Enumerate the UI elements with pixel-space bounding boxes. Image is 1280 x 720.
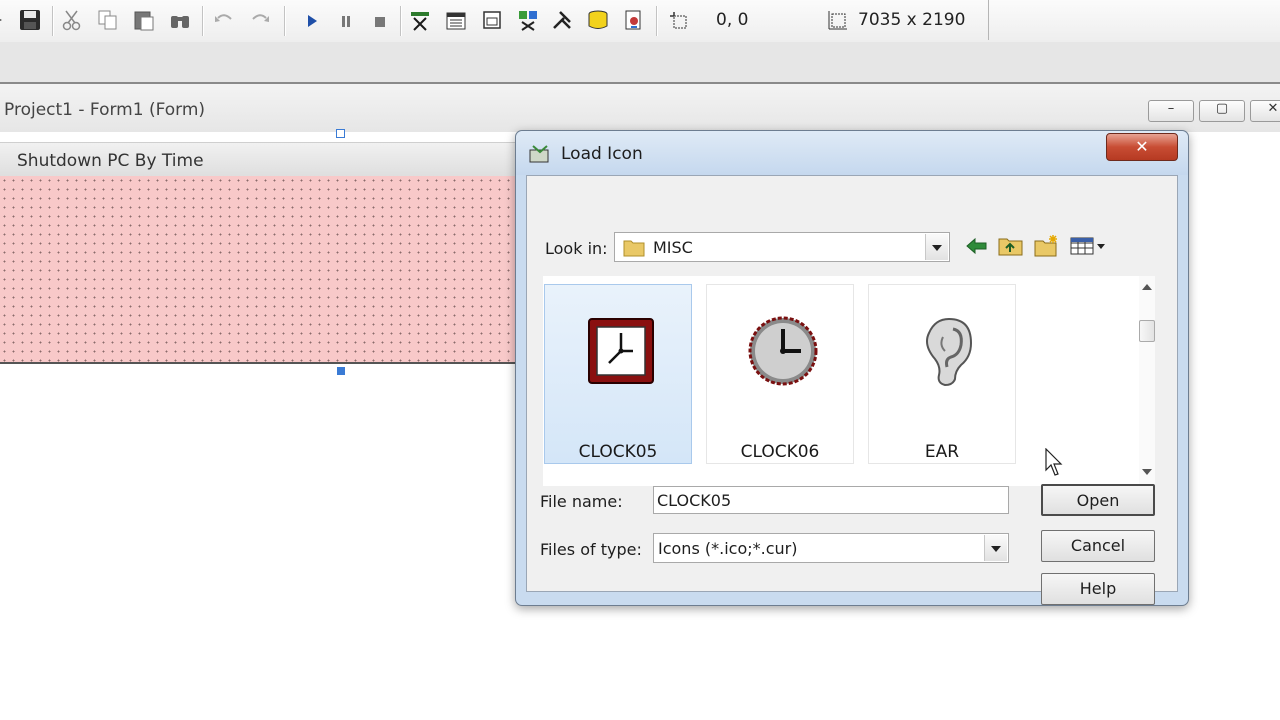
run-icon[interactable] [300,8,324,32]
folder-icon [623,240,645,257]
file-name-label: File name: [540,492,623,511]
list-item-clock05[interactable]: CLOCK05 [544,284,692,464]
dialog-titlebar[interactable]: Load Icon ✕ [516,131,1188,175]
load-icon-dialog: Load Icon ✕ Look in: MISC CLOCK05 CLOCK0… [515,130,1189,606]
size-icon [828,11,847,30]
resize-handle-top[interactable] [336,129,345,138]
toolbar-separator [202,6,204,36]
toolbox-icon[interactable] [550,8,574,32]
position-icon [670,12,687,29]
cursor-position: 0, 0 [716,10,749,30]
project-window-titlebar: Project1 - Form1 (Form) [0,84,1280,136]
list-item-label: CLOCK06 [740,442,820,462]
dialog-close-button[interactable]: ✕ [1106,133,1178,161]
save-icon[interactable] [18,8,42,32]
pause-icon[interactable] [334,8,358,32]
clock-round-icon [748,316,818,386]
look-in-label: Look in: [545,239,608,258]
files-of-type-value: Icons (*.ico;*.cur) [658,539,798,558]
form-body[interactable] [0,176,520,364]
paste-icon[interactable] [132,8,156,32]
resize-handle-bottom[interactable] [337,367,345,375]
find-icon[interactable] [168,8,192,32]
toolbar-separator [52,6,54,36]
files-of-type-label: Files of type: [540,540,642,559]
project-window-title: Project1 - Form1 (Form) [4,100,206,120]
minimize-icon: – [1167,101,1175,116]
chevron-down-icon[interactable] [984,535,1007,561]
stop-icon[interactable] [368,8,392,32]
form-layout-icon[interactable] [480,8,504,32]
properties-icon[interactable] [444,8,468,32]
scroll-up-arrow-icon[interactable] [1142,284,1152,290]
ear-icon [926,317,973,387]
mdi-background [0,42,1280,84]
toolbar-separator [284,6,286,36]
close-icon: ✕ [1267,101,1279,116]
toolbar-end [988,0,989,40]
list-scrollbar[interactable] [1139,276,1155,486]
scroll-down-arrow-icon[interactable] [1142,469,1152,475]
restore-icon: ▢ [1215,101,1229,116]
redo-icon[interactable] [248,8,272,32]
toolbar-separator [656,6,658,36]
cut-icon[interactable] [60,8,84,32]
close-window-button[interactable]: ✕ [1250,100,1280,122]
cancel-button[interactable]: Cancel [1041,530,1155,562]
project-explorer-icon[interactable] [408,8,432,32]
back-arrow-icon[interactable] [963,233,991,259]
restore-button[interactable]: ▢ [1199,100,1245,122]
look-in-value: MISC [653,238,693,257]
data-view-icon[interactable] [586,8,610,32]
toolbar-separator [400,6,402,36]
clock-square-red-icon [588,318,654,384]
form-size: 7035 x 2190 [858,10,966,30]
file-name-value: CLOCK05 [657,491,732,510]
up-folder-icon[interactable] [997,233,1025,259]
form-caption: Shutdown PC By Time [17,151,204,171]
list-item-clock06[interactable]: CLOCK06 [706,284,854,464]
look-in-combo[interactable]: MISC [614,232,950,262]
list-item-ear[interactable]: EAR [868,284,1016,464]
mouse-cursor-icon [1045,448,1063,476]
minimize-button[interactable]: – [1148,100,1194,122]
main-toolbar: 0, 0 7035 x 2190 [0,0,1280,43]
files-of-type-combo[interactable]: Icons (*.ico;*.cur) [653,533,1009,563]
scroll-thumb[interactable] [1139,320,1155,342]
help-button[interactable]: Help [1041,573,1155,605]
toolbar-overflow-icon[interactable] [0,8,6,32]
object-browser-icon[interactable] [516,8,540,32]
open-button[interactable]: Open [1041,484,1155,516]
list-item-label: CLOCK05 [578,442,658,462]
list-item-label: EAR [924,442,960,462]
component-manager-icon[interactable] [622,8,646,32]
view-menu-icon[interactable] [1069,233,1111,259]
copy-icon[interactable] [96,8,120,32]
chevron-down-icon[interactable] [925,234,948,260]
dialog-title: Load Icon [561,144,643,164]
form-titlebar[interactable]: Shutdown PC By Time [0,142,520,177]
dialog-client: Look in: MISC CLOCK05 CLOCK06 EAR File n… [526,175,1178,605]
file-name-input[interactable]: CLOCK05 [653,486,1009,514]
undo-icon[interactable] [212,8,236,32]
new-folder-icon[interactable] [1033,233,1061,259]
dialog-app-icon [529,145,549,163]
